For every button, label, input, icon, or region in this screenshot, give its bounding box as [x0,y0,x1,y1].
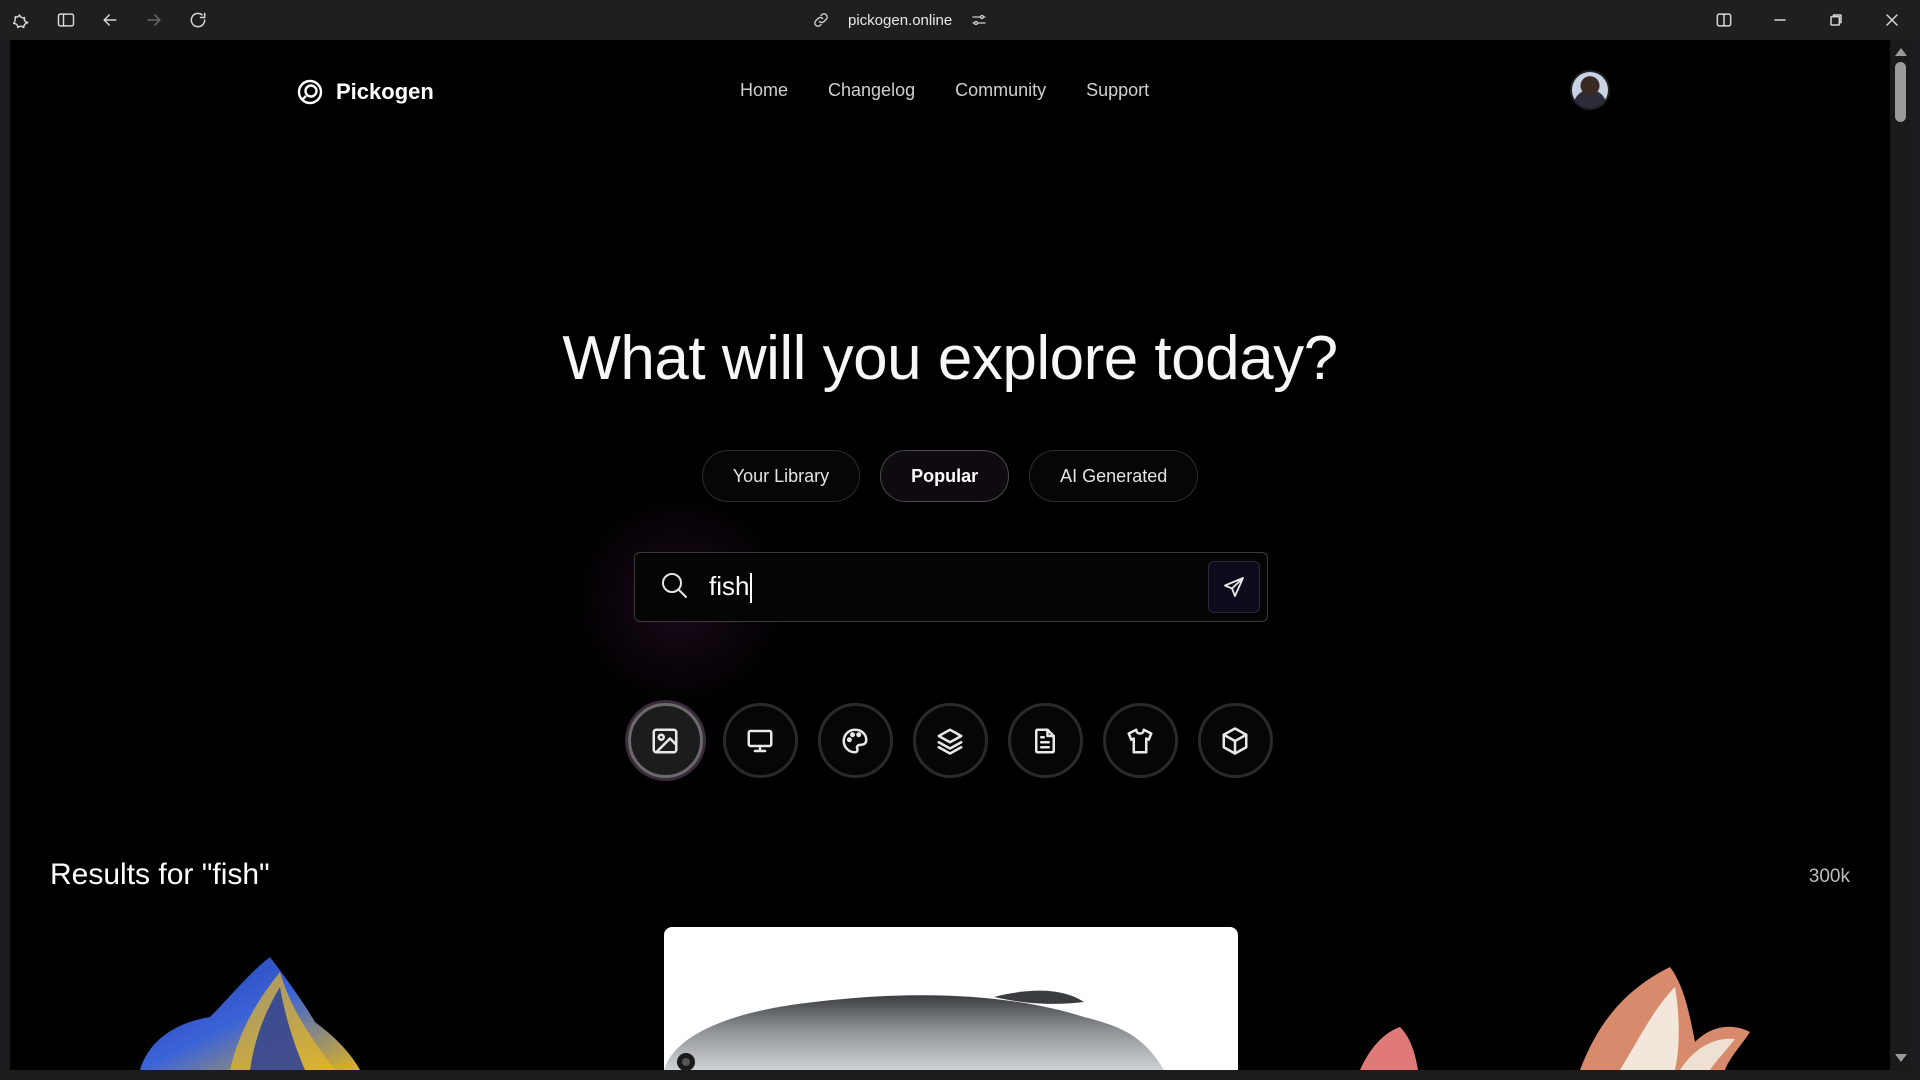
palette-icon [842,728,868,753]
link-icon [814,13,828,27]
browser-logo-icon[interactable] [0,0,44,40]
category-colors[interactable] [817,703,893,778]
pickogen-logo-icon [297,79,323,105]
close-icon[interactable] [1864,0,1920,40]
image-icon [652,728,678,753]
nav-support[interactable]: Support [1086,80,1149,101]
page-title: What will you explore today? [562,324,1338,393]
avatar[interactable] [1570,70,1610,110]
category-wallpapers[interactable] [722,703,798,778]
box-icon [1222,726,1248,755]
results-count: 300k [1808,866,1850,887]
monitor-icon [747,729,773,752]
forward-icon[interactable] [132,0,176,40]
nav-changelog[interactable]: Changelog [828,80,915,101]
tab-your-library[interactable]: Your Library [701,450,861,502]
brand-logo[interactable]: Pickogen [296,78,434,106]
url-text: pickogen.online [848,11,953,29]
document-icon [1035,728,1055,753]
sidebar-toggle-icon[interactable] [44,0,88,40]
scroll-up-icon[interactable] [1895,48,1907,56]
category-documents[interactable] [1007,703,1083,778]
minimize-icon[interactable] [1752,0,1808,40]
category-layers[interactable] [912,703,988,778]
result-image-silver-fish[interactable] [664,927,1238,1070]
text-caret [750,573,753,604]
results-title: Results for "fish" [50,858,270,891]
submit-search-button[interactable] [1208,561,1260,613]
betta-fish-image [140,957,360,1070]
silver-fish-image [664,990,1164,1070]
search-value: fish [709,571,753,604]
category-selector [10,703,1890,778]
send-icon [1224,577,1244,597]
split-view-icon[interactable] [1696,0,1752,40]
brand-name: Pickogen [336,79,434,104]
category-images[interactable] [627,703,703,778]
result-image-betta-red[interactable] [1300,927,1830,1070]
back-icon[interactable] [88,0,132,40]
nav-community[interactable]: Community [955,80,1046,101]
scroll-down-icon[interactable] [1895,1054,1907,1062]
layers-icon [937,728,963,755]
tab-popular[interactable]: Popular [880,450,1010,502]
category-apparel[interactable] [1102,703,1178,778]
scroll-thumb[interactable] [1895,62,1906,122]
reload-icon[interactable] [176,0,220,40]
result-image-betta-blue[interactable] [80,927,500,1070]
nav-home[interactable]: Home [740,80,788,101]
filter-tabs: Your Library Popular AI Generated [10,450,1890,502]
page: Pickogen Home Changelog Community Suppor… [10,40,1890,1070]
main-nav: Home Changelog Community Support [740,80,1149,101]
search-icon [659,570,689,605]
search-input[interactable]: fish [634,552,1268,622]
tab-ai-generated[interactable]: AI Generated [1029,450,1199,502]
address-bar[interactable]: pickogen.online [812,0,988,40]
page-scrollbar[interactable] [1890,40,1910,1070]
restore-icon[interactable] [1808,0,1864,40]
shirt-icon [1127,728,1153,753]
site-settings-icon[interactable] [970,11,988,29]
browser-toolbar: pickogen.online [0,0,1920,40]
betta-fish-red-image [1360,967,1750,1070]
category-3d[interactable] [1197,703,1273,778]
